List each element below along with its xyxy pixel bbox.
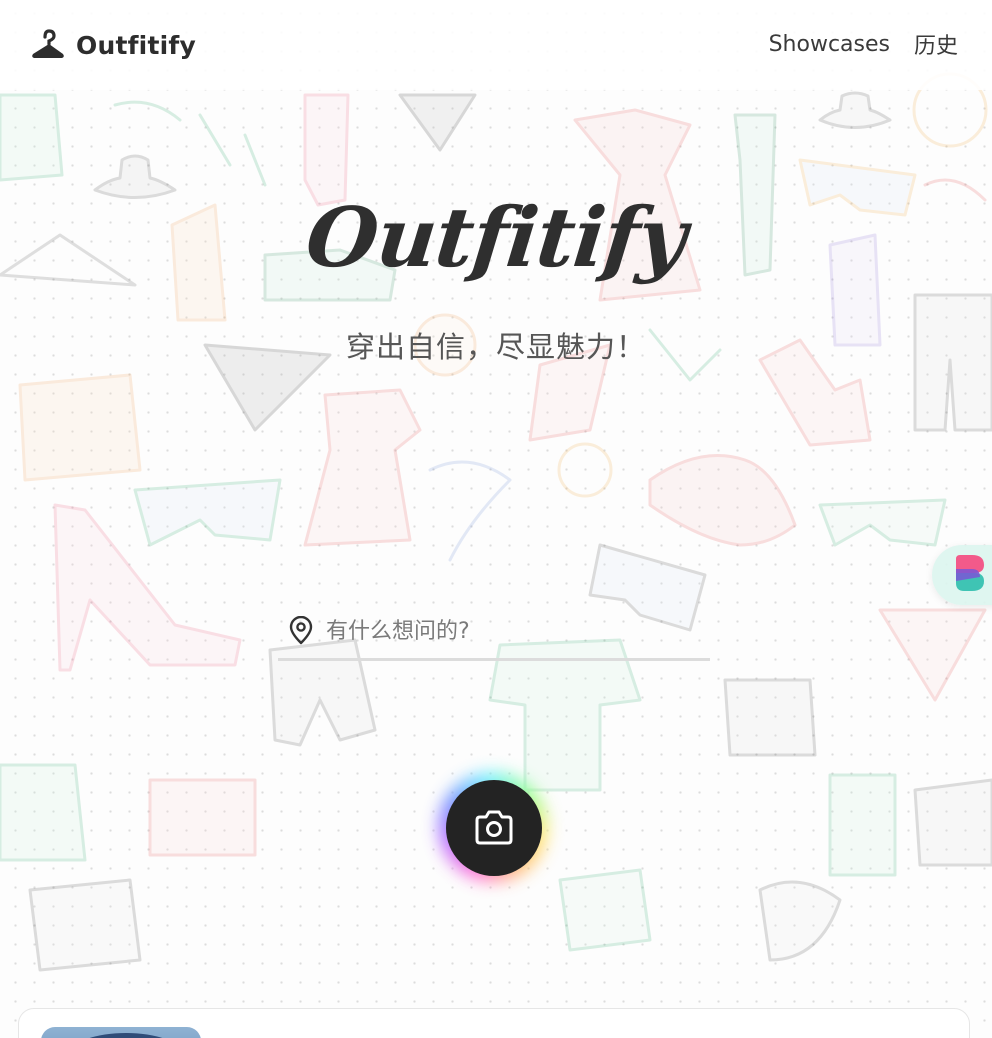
hanger-icon — [32, 29, 64, 58]
card-thumbnail-image — [41, 1027, 201, 1038]
nav-link-showcases[interactable]: Showcases — [769, 32, 890, 57]
brand-logo-link[interactable]: Outfitify — [30, 25, 196, 65]
background-doodles — [0, 72, 992, 972]
hero-subtitle: 穿出自信，尽显魅力！ — [345, 330, 646, 364]
main-nav: Showcases 历史 — [769, 28, 958, 60]
top-navigation-bar: Outfitify Showcases 历史 — [0, 0, 992, 90]
floating-assistant-widget[interactable] — [932, 545, 992, 605]
page: Outfitify Showcases 历史 Outfitify 穿出自信，尽显… — [0, 0, 992, 1038]
brand-name: Outfitify — [76, 30, 196, 60]
search-input[interactable] — [326, 611, 696, 651]
nav-link-history[interactable]: 历史 — [914, 28, 958, 60]
camera-icon — [475, 810, 513, 845]
result-card[interactable] — [18, 1008, 970, 1038]
search-bar — [278, 604, 710, 661]
app-logo-icon — [956, 555, 984, 591]
map-pin-icon — [289, 616, 313, 645]
camera-upload-button[interactable] — [446, 780, 542, 876]
hero-title: Outfitify — [301, 190, 691, 286]
